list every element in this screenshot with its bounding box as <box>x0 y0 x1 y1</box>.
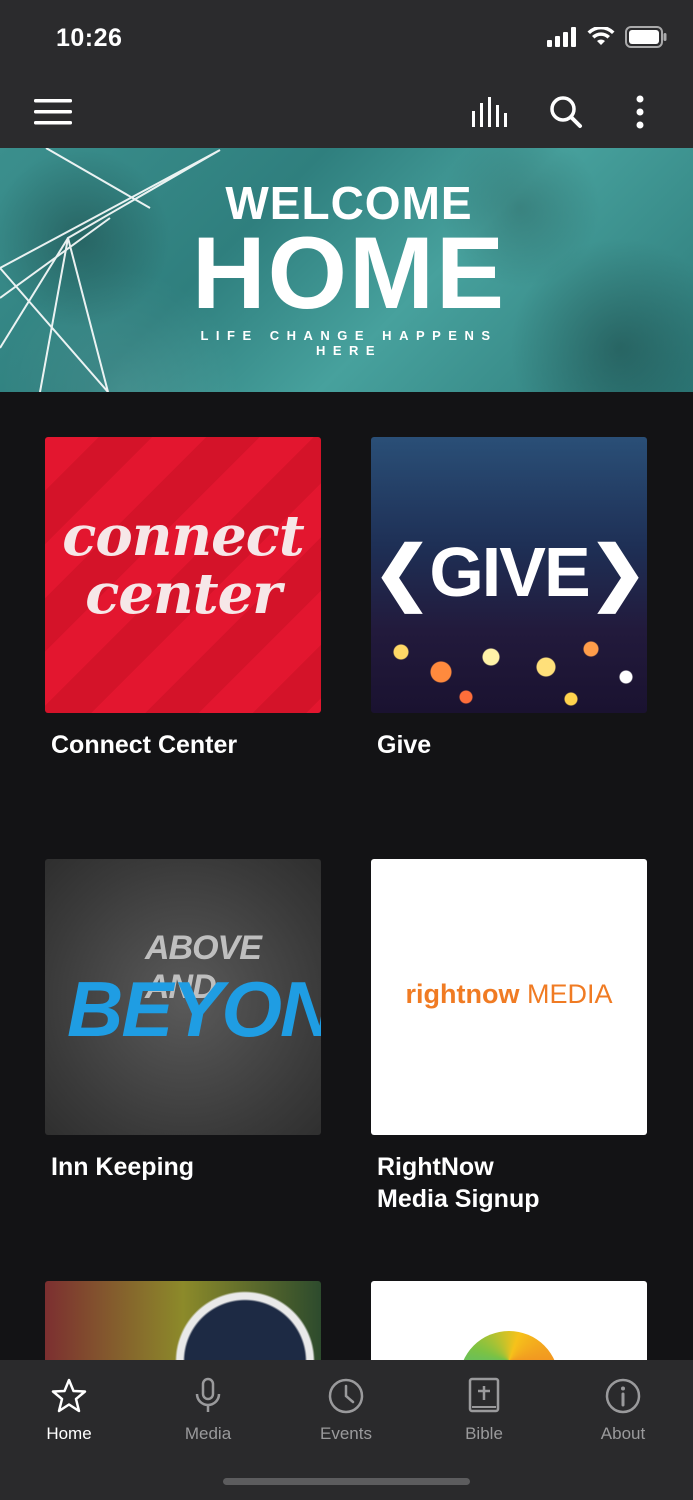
tab-home-label: Home <box>46 1424 92 1443</box>
tile-label: Connect Center <box>51 731 238 759</box>
inn-keeping-art-text-beyond: BEYOND <box>67 965 321 1053</box>
signal-icon <box>547 27 577 52</box>
more-options-icon[interactable] <box>618 90 662 134</box>
tab-media-label: Media <box>184 1424 232 1443</box>
tile-rightnow-media[interactable]: rightnow MEDIA RightNow Media Signup <box>371 859 647 1215</box>
audio-bars-icon[interactable] <box>470 90 514 134</box>
tile-inn-keeping[interactable]: ABOVE AND BEYOND Inn Keeping <box>45 859 321 1183</box>
tile-label: RightNow Media Signup <box>377 1153 540 1213</box>
tab-about-label: About <box>600 1424 646 1443</box>
connect-center-art-text: connect center <box>62 503 304 627</box>
status-time: 10:26 <box>56 24 123 52</box>
app-bar <box>0 76 693 148</box>
tab-about[interactable]: About <box>568 1374 678 1454</box>
tile-label: Give <box>377 731 432 759</box>
microphone-icon <box>153 1374 263 1418</box>
tile-connect-center[interactable]: connect center Connect Center <box>45 437 321 761</box>
banner-tagline: LIFE CHANGE HAPPENS HERE <box>200 328 498 358</box>
give-art-text: ❮GIVE❯ <box>372 533 647 611</box>
media-logo-word: MEDIA <box>526 979 613 1009</box>
tab-events[interactable]: Events <box>291 1374 401 1454</box>
tab-home[interactable]: Home <box>14 1374 124 1454</box>
tile-give[interactable]: ❮GIVE❯ Give <box>371 437 647 761</box>
battery-icon <box>625 26 667 53</box>
status-bar: 10:26 <box>0 0 693 76</box>
search-icon[interactable] <box>544 90 588 134</box>
tab-media[interactable]: Media <box>153 1374 263 1454</box>
rightnow-media-image: rightnow MEDIA <box>371 859 647 1135</box>
bible-icon <box>429 1374 539 1418</box>
menu-icon[interactable] <box>31 90 75 134</box>
welcome-banner[interactable]: WELCOME HOME LIFE CHANGE HAPPENS HERE <box>0 148 693 392</box>
tab-events-label: Events <box>320 1424 372 1443</box>
star-icon <box>14 1374 124 1418</box>
tab-bible[interactable]: Bible <box>429 1374 539 1454</box>
home-indicator <box>223 1478 470 1485</box>
give-image: ❮GIVE❯ <box>371 437 647 713</box>
wifi-icon <box>587 25 615 52</box>
tab-bible-label: Bible <box>465 1424 503 1443</box>
banner-home-text: HOME <box>192 216 506 330</box>
inn-keeping-image: ABOVE AND BEYOND <box>45 859 321 1135</box>
status-icons <box>547 25 667 53</box>
rightnow-logo-word: rightnow <box>405 979 520 1009</box>
tile-label: Inn Keeping <box>51 1153 195 1181</box>
connect-center-image: connect center <box>45 437 321 713</box>
clock-icon <box>291 1374 401 1418</box>
rightnow-media-logo: rightnow MEDIA <box>371 979 647 1010</box>
info-icon <box>568 1374 678 1418</box>
